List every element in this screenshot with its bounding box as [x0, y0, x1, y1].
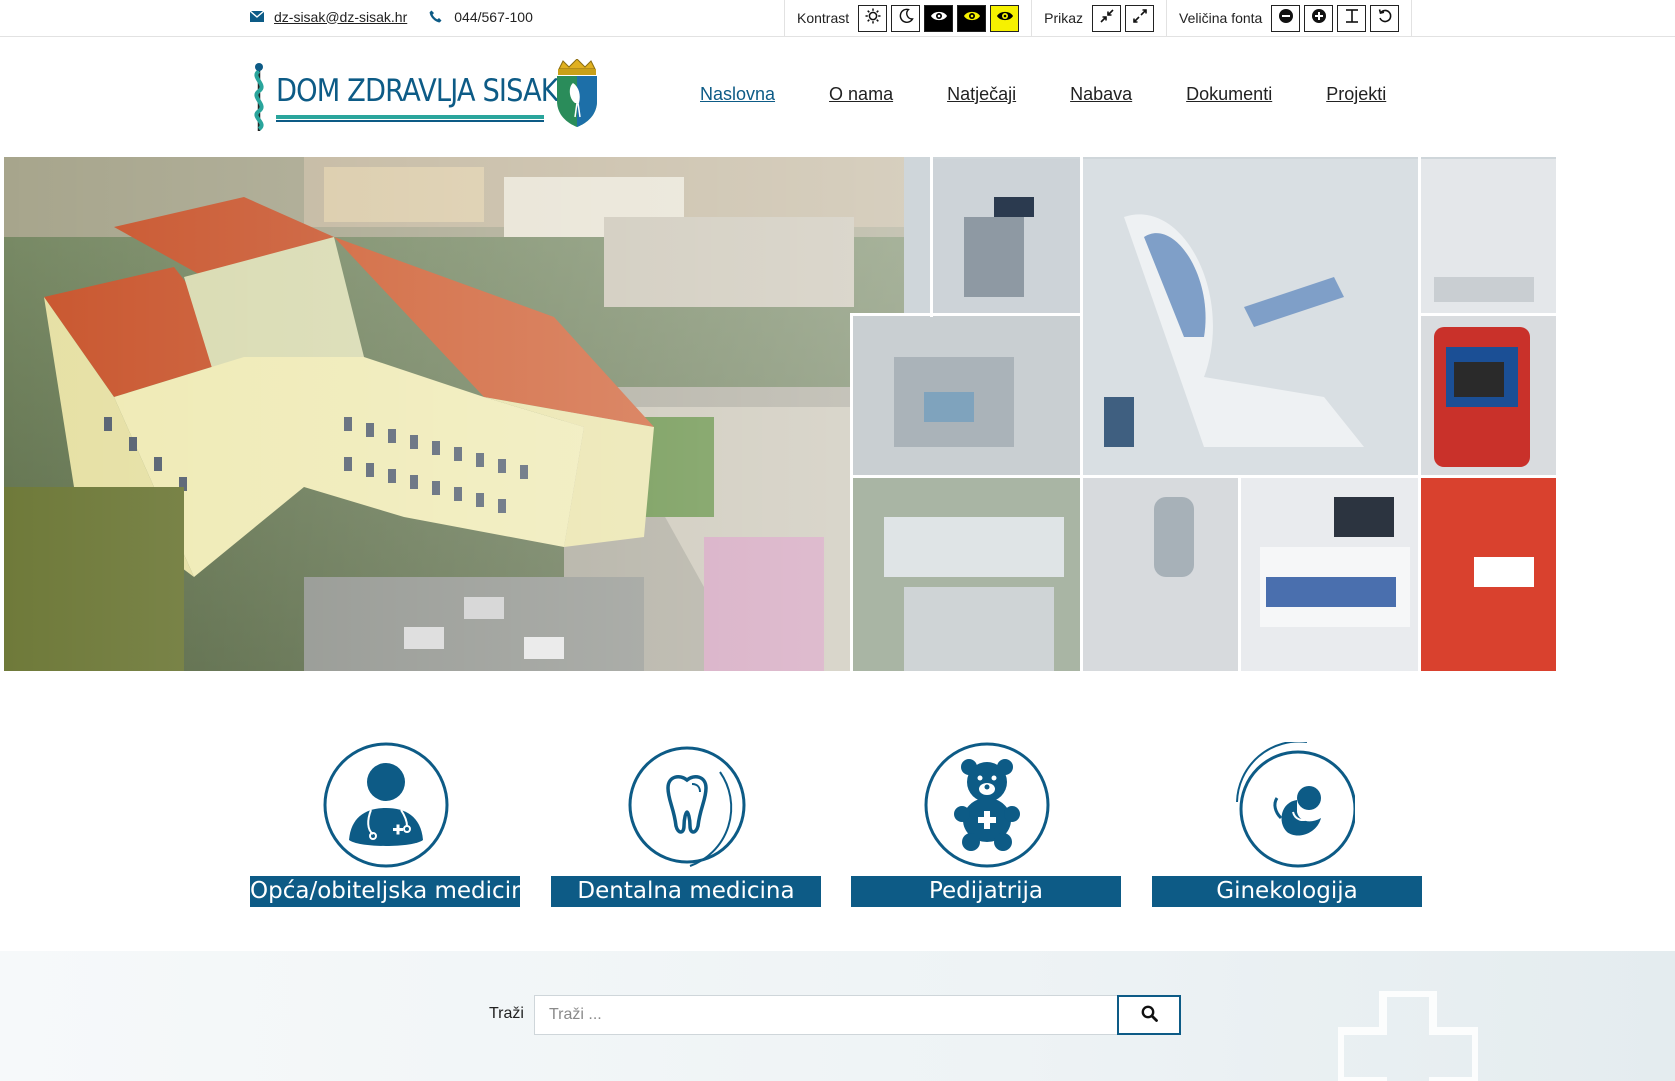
site-header: DOM ZDRAVLJA SISAK Naslovna O nama Natje… [0, 37, 1675, 157]
reset-icon [1377, 8, 1393, 29]
eye-black-on-yellow-icon [996, 9, 1014, 27]
view-expand-button[interactable] [1125, 4, 1155, 32]
compress-icon [1099, 8, 1114, 28]
search-icon [1141, 1005, 1158, 1025]
search-section: Traži [0, 951, 1675, 1081]
font-size-group: Veličina fonta [1166, 0, 1413, 36]
fetus-icon [1225, 740, 1357, 868]
view-compress-button[interactable] [1092, 4, 1122, 32]
tooth-icon [624, 742, 750, 868]
accessibility-tools: Kontrast Prikaz Veličina fonta [784, 0, 1413, 36]
site-logo[interactable]: DOM ZDRAVLJA SISAK [248, 58, 606, 138]
search-input[interactable] [534, 995, 1118, 1035]
doctor-icon [323, 742, 449, 868]
contrast-label: Kontrast [797, 10, 850, 26]
service-card-dental-medicine[interactable]: Dentalna medicina [551, 738, 821, 908]
search-button[interactable] [1117, 995, 1181, 1035]
nav-item-nabava[interactable]: Nabava [1070, 84, 1132, 105]
contrast-white-on-black-button[interactable] [924, 4, 954, 32]
contrast-yellow-on-black-button[interactable] [957, 4, 987, 32]
medical-cross-icon [1336, 989, 1480, 1081]
view-group: Prikaz [1031, 0, 1166, 36]
teddy-bear-icon [924, 742, 1050, 868]
nav-item-o-nama[interactable]: O nama [829, 84, 893, 105]
sun-icon [865, 8, 881, 29]
hero-banner-image [4, 157, 1666, 671]
font-size-label: Veličina fonta [1179, 10, 1263, 26]
contact-info: dz-sisak@dz-sisak.hr 044/567-100 [250, 0, 533, 33]
view-label: Prikaz [1044, 10, 1084, 26]
minus-circle-icon [1278, 8, 1294, 29]
envelope-icon [250, 11, 264, 22]
phone-icon [429, 10, 442, 23]
main-navigation: Naslovna O nama Natječaji Nabava Dokumen… [700, 84, 1440, 105]
contrast-dark-button[interactable] [891, 4, 921, 32]
font-decrease-button[interactable] [1271, 4, 1301, 32]
service-card-pediatrics[interactable]: Pedijatrija [851, 738, 1121, 908]
caduceus-icon [248, 61, 270, 138]
service-label: Opća/obiteljska medicina [250, 876, 540, 907]
email-link[interactable]: dz-sisak@dz-sisak.hr [274, 9, 407, 25]
moon-icon [898, 8, 914, 29]
service-label: Dentalna medicina [551, 876, 821, 907]
search-label: Traži [489, 1005, 524, 1022]
service-label: Ginekologija [1152, 876, 1422, 907]
service-card-general-medicine[interactable]: Opća/obiteljska medicina [250, 738, 540, 908]
expand-icon [1132, 8, 1147, 28]
font-readable-button[interactable] [1337, 4, 1367, 32]
nav-item-projekti[interactable]: Projekti [1326, 84, 1386, 105]
nav-item-natjecaji[interactable]: Natječaji [947, 84, 1016, 105]
phone-number: 044/567-100 [454, 8, 533, 25]
coat-of-arms-icon [553, 58, 601, 134]
plus-circle-icon [1311, 8, 1327, 29]
top-utility-bar: dz-sisak@dz-sisak.hr 044/567-100 Kontras… [0, 0, 1675, 37]
font-increase-button[interactable] [1304, 4, 1334, 32]
eye-white-on-black-icon [930, 9, 948, 27]
nav-item-naslovna[interactable]: Naslovna [700, 84, 775, 105]
contrast-light-button[interactable] [858, 4, 888, 32]
service-card-gynecology[interactable]: Ginekologija [1152, 738, 1422, 908]
eye-yellow-on-black-icon [963, 9, 981, 27]
text-cursor-icon [1344, 8, 1360, 29]
service-label: Pedijatrija [851, 876, 1121, 907]
contrast-black-on-yellow-button[interactable] [990, 4, 1020, 32]
nav-item-dokumenti[interactable]: Dokumenti [1186, 84, 1272, 105]
contrast-group: Kontrast [784, 0, 1031, 36]
logo-text: DOM ZDRAVLJA SISAK [276, 73, 559, 109]
font-reset-button[interactable] [1370, 4, 1400, 32]
